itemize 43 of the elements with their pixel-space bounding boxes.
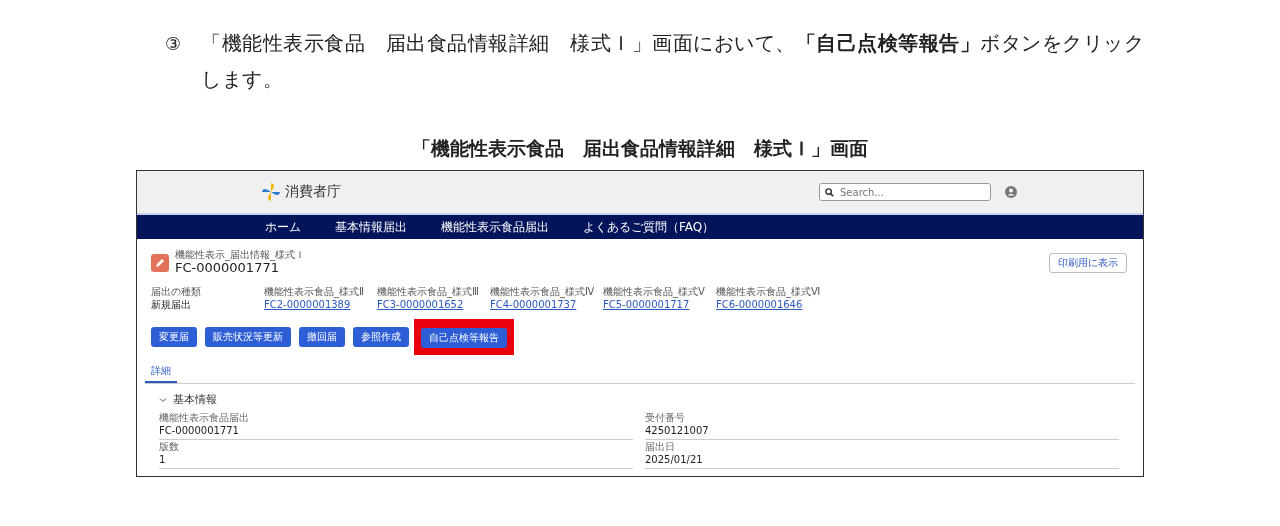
field-label: 届出日 bbox=[645, 441, 675, 453]
field-label: 版数 bbox=[159, 441, 179, 453]
record-title: FC-0000001771 bbox=[175, 260, 279, 276]
pencil-icon bbox=[151, 253, 169, 272]
summary-label: 機能性表示食品_様式Ⅴ bbox=[603, 286, 706, 298]
summary-value: 新規届出 bbox=[151, 298, 191, 311]
record-link[interactable]: FC6-0000001646 bbox=[716, 298, 803, 311]
field-value: 4250121007 bbox=[645, 424, 709, 437]
record-link[interactable]: FC2-0000001389 bbox=[264, 298, 351, 311]
summary-label: 機能性表示食品_様式Ⅳ bbox=[490, 286, 596, 298]
tab[interactable]: 詳細 bbox=[145, 362, 177, 383]
section-title: 基本情報 bbox=[173, 392, 217, 407]
record-type: 機能性表示_届出情報_様式Ｉ bbox=[175, 249, 305, 260]
action-button[interactable]: 自己点検等報告 bbox=[421, 327, 507, 348]
pinwheel-logo-icon bbox=[261, 182, 281, 202]
summary-label: 機能性表示食品_様式Ⅵ bbox=[716, 286, 822, 298]
step-number: ③ bbox=[165, 32, 183, 56]
nav-item[interactable]: 機能性表示食品届出 bbox=[441, 218, 549, 236]
field-value: FC-0000001771 bbox=[159, 424, 239, 437]
nav-item[interactable]: よくあるご質問（FAQ） bbox=[583, 218, 715, 236]
action-button[interactable]: 販売状況等更新 bbox=[205, 326, 291, 347]
action-button[interactable]: 撤回届 bbox=[299, 326, 345, 347]
summary-label: 届出の種類 bbox=[151, 286, 202, 298]
action-button[interactable]: 参照作成 bbox=[353, 326, 409, 347]
instruction-text: 「機能性表示食品 届出食品情報詳細 様式Ｉ」画面において、「自己点検等報告」ボタンをクリックします。 bbox=[201, 31, 1145, 93]
field-value: 2025/01/21 bbox=[645, 453, 703, 466]
field-value: 1 bbox=[159, 453, 166, 466]
field-label: 受付番号 bbox=[645, 412, 685, 424]
field-label: 機能性表示食品届出 bbox=[159, 412, 249, 424]
summary-label: 機能性表示食品_様式Ⅱ bbox=[264, 286, 365, 298]
user-avatar-icon[interactable] bbox=[1005, 186, 1017, 198]
figure-caption: 「機能性表示食品 届出食品情報詳細 様式Ｉ」画面 bbox=[412, 136, 868, 160]
nav-item[interactable]: 基本情報届出 bbox=[335, 218, 407, 236]
record-link[interactable]: FC3-0000001652 bbox=[377, 298, 464, 311]
chevron-icon[interactable] bbox=[159, 395, 167, 404]
summary-label: 機能性表示食品_様式Ⅲ bbox=[377, 286, 480, 298]
record-link[interactable]: FC5-0000001717 bbox=[603, 298, 690, 311]
nav-item[interactable]: ホーム bbox=[265, 218, 301, 236]
print-view-button[interactable]: 印刷用に表示 bbox=[1049, 252, 1127, 273]
action-button[interactable]: 変更届 bbox=[151, 326, 197, 347]
record-link[interactable]: FC4-0000001737 bbox=[490, 298, 577, 311]
logo-text: 消費者庁 bbox=[285, 183, 341, 201]
search-field[interactable]: Search... bbox=[819, 183, 991, 201]
